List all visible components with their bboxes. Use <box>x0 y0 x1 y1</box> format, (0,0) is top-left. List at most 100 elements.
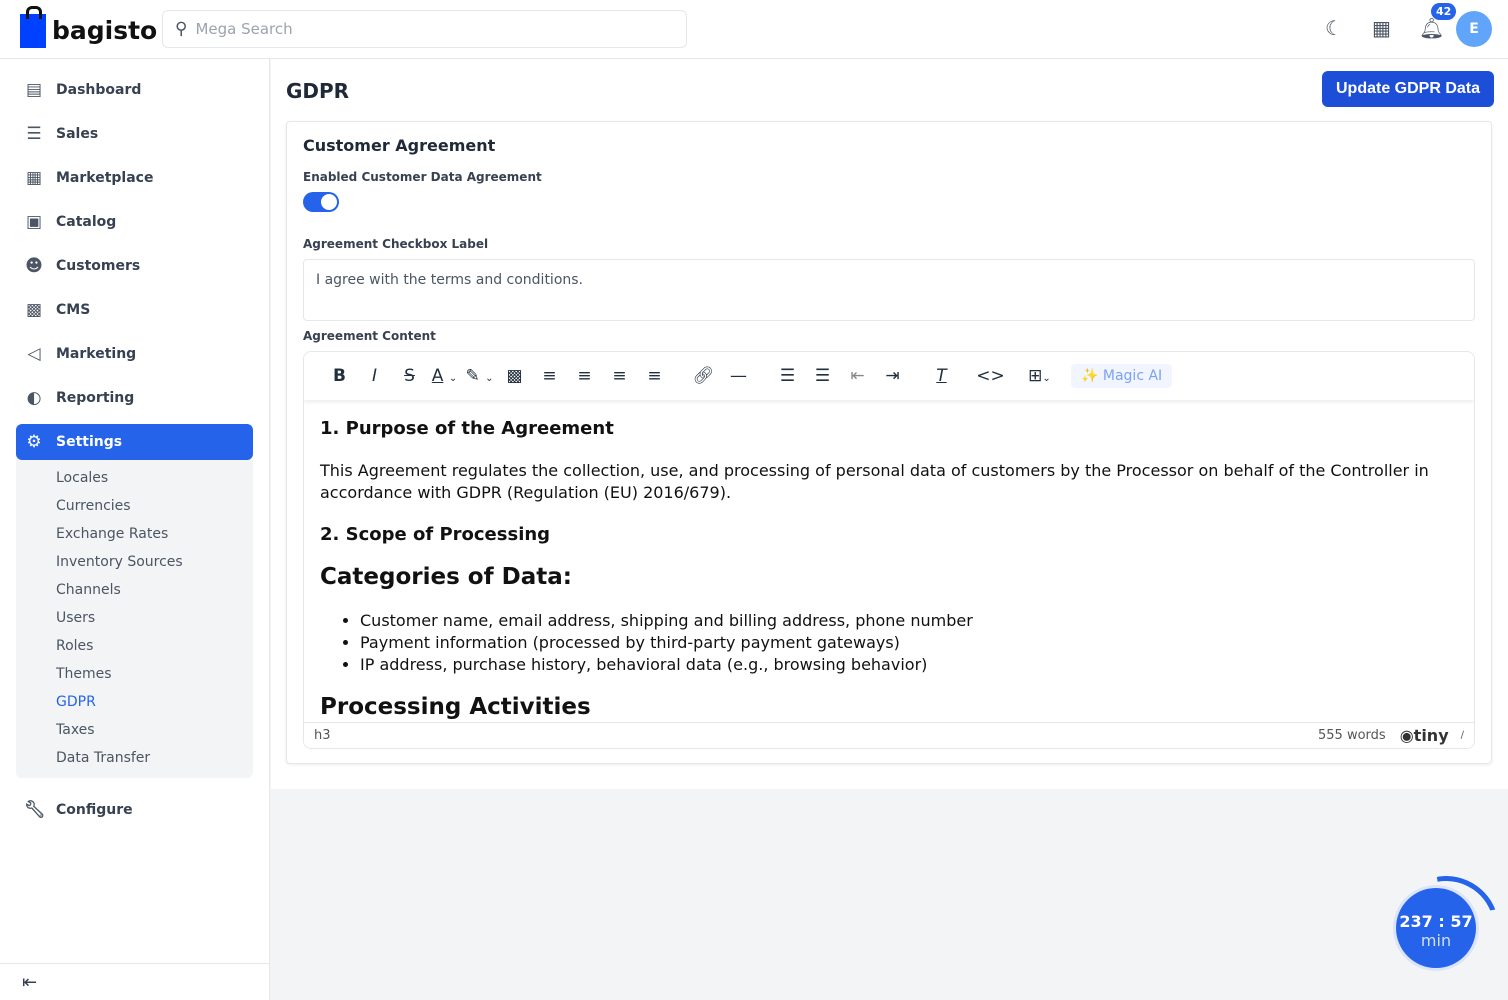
content-label: Agreement Content <box>303 329 436 343</box>
label: CMS <box>56 302 91 318</box>
bullet-list-icon[interactable]: ☰ <box>805 366 840 386</box>
heading: Processing Activities <box>320 694 591 720</box>
element-path[interactable]: h3 <box>314 728 331 743</box>
word-count[interactable]: 555 words <box>1318 728 1386 743</box>
bag-icon <box>20 6 46 48</box>
editor-statusbar: h3 555 words ◉tiny ∕ <box>304 722 1474 748</box>
update-gdpr-button[interactable]: Update GDPR Data <box>1322 71 1495 107</box>
storefront-icon[interactable]: ▦ <box>1372 16 1391 40</box>
submenu-exchange-rates[interactable]: Exchange Rates <box>16 520 253 548</box>
list-item: IP address, purchase history, behavioral… <box>360 654 1458 676</box>
italic-icon[interactable]: I <box>357 366 392 386</box>
dashboard-icon: ▤ <box>25 80 43 100</box>
sidebar-item-catalog[interactable]: ▣ Catalog <box>16 204 253 240</box>
label: Marketing <box>56 346 137 362</box>
sales-icon: ☰ <box>26 124 42 144</box>
wrench-icon: 🔧︎ <box>24 800 46 820</box>
notification-badge: 42 <box>1431 3 1457 20</box>
sidebar-item-reporting[interactable]: ◐ Reporting <box>16 380 253 416</box>
align-right-icon[interactable]: ≡ <box>602 366 637 386</box>
label: Marketplace <box>56 170 154 186</box>
agreement-toggle[interactable] <box>303 192 339 212</box>
link-icon[interactable]: 🔗︎ <box>686 366 721 386</box>
label: Settings <box>56 434 123 450</box>
text-color-icon[interactable]: A ⌄ <box>427 366 462 386</box>
sidebar-item-marketing[interactable]: ◁ Marketing <box>16 336 253 372</box>
megaphone-icon: ◁ <box>27 344 41 364</box>
sidebar-item-marketplace[interactable]: ▦ Marketplace <box>16 160 253 196</box>
checkbox-label-input[interactable]: I agree with the terms and conditions. <box>303 259 1475 321</box>
catalog-icon: ▣ <box>25 212 43 232</box>
section-title: Customer Agreement <box>303 136 496 155</box>
code-icon[interactable]: <> <box>973 366 1008 386</box>
outdent-icon[interactable]: ⇤ <box>840 366 875 386</box>
dark-mode-icon[interactable]: ☾ <box>1325 16 1343 40</box>
logo[interactable]: bagisto <box>20 6 158 48</box>
paragraph: This Agreement regulates the collection,… <box>320 461 1429 502</box>
avatar[interactable]: E <box>1456 11 1492 47</box>
resize-handle-icon[interactable]: ∕ <box>1461 730 1464 741</box>
sidebar-item-sales[interactable]: ☰ Sales <box>16 116 253 152</box>
gear-icon: ⚙ <box>26 432 42 452</box>
tiny-logo[interactable]: ◉tiny <box>1400 726 1449 745</box>
sidebar-item-customers[interactable]: ☻ Customers <box>16 248 253 284</box>
magic-ai-button[interactable]: ✨ Magic AI <box>1071 364 1173 388</box>
toggle-label: Enabled Customer Data Agreement <box>303 170 542 184</box>
session-timer: 237 : 57 min <box>1396 888 1476 968</box>
align-left-icon[interactable]: ≡ <box>532 366 567 386</box>
tiny-brand: tiny <box>1413 726 1449 745</box>
sidebar: ▤ Dashboard ☰ Sales ▦ Marketplace ▣ Catalog … <box>0 59 270 1000</box>
editor-content[interactable]: 1. Purpose of the Agreement This Agreeme… <box>304 400 1474 720</box>
heading: Categories of Data: <box>320 564 572 590</box>
collapse-sidebar-button[interactable]: ⇤ <box>0 963 270 1000</box>
timer-time: 237 : 57 <box>1399 912 1473 931</box>
submenu-channels[interactable]: Channels <box>16 576 253 604</box>
sidebar-item-settings[interactable]: ⚙ Settings <box>16 424 253 460</box>
submenu-inventory-sources[interactable]: Inventory Sources <box>16 548 253 576</box>
page-title: GDPR <box>286 79 350 103</box>
search-input[interactable]: ⚲ Mega Search <box>162 10 687 48</box>
sidebar-item-cms[interactable]: ▩ CMS <box>16 292 253 328</box>
label: Catalog <box>56 214 117 230</box>
brand-name: bagisto <box>52 15 158 45</box>
main-content: GDPR Update GDPR Data Customer Agreement… <box>271 59 1508 789</box>
justify-icon[interactable]: ≡ <box>637 366 672 386</box>
table-icon[interactable]: ⊞⌄ <box>1022 366 1057 386</box>
list-item: Customer name, email address, shipping a… <box>360 610 1458 632</box>
submenu-roles[interactable]: Roles <box>16 632 253 660</box>
submenu-data-transfer[interactable]: Data Transfer <box>16 744 253 772</box>
label: Sales <box>56 126 99 142</box>
list-item: Payment information (processed by third-… <box>360 632 1458 654</box>
search-icon: ⚲ <box>175 19 188 39</box>
customer-agreement-card: Customer Agreement Enabled Customer Data… <box>286 121 1492 764</box>
user-icon: ☻ <box>25 256 43 276</box>
submenu-currencies[interactable]: Currencies <box>16 492 253 520</box>
submenu-users[interactable]: Users <box>16 604 253 632</box>
label: Reporting <box>56 390 135 406</box>
submenu-themes[interactable]: Themes <box>16 660 253 688</box>
horizontal-rule-icon[interactable]: — <box>721 366 756 386</box>
clear-format-icon[interactable]: T <box>924 366 959 386</box>
image-icon[interactable]: ▩ <box>497 366 532 386</box>
search-placeholder: Mega Search <box>195 20 293 38</box>
highlight-icon[interactable]: ✎ ⌄ <box>462 366 497 386</box>
label: Dashboard <box>56 82 142 98</box>
heading: 2. Scope of Processing <box>320 524 551 545</box>
strikethrough-icon[interactable]: S <box>392 366 427 386</box>
numbered-list-icon[interactable]: ☰ <box>770 366 805 386</box>
sidebar-item-configure[interactable]: 🔧︎ Configure <box>16 792 253 828</box>
timer-unit: min <box>1420 931 1452 950</box>
collapse-icon: ⇤ <box>22 972 38 993</box>
label: Configure <box>56 802 133 818</box>
top-bar: bagisto ⚲ Mega Search ☾ ▦ 🔔︎ 42 E <box>0 0 1508 59</box>
pie-icon: ◐ <box>26 388 42 408</box>
sidebar-item-dashboard[interactable]: ▤ Dashboard <box>16 72 253 108</box>
bold-icon[interactable]: B <box>322 366 357 386</box>
magic-ai-label: Magic AI <box>1102 368 1163 384</box>
submenu-taxes[interactable]: Taxes <box>16 716 253 744</box>
submenu-locales[interactable]: Locales <box>16 464 253 492</box>
align-center-icon[interactable]: ≡ <box>567 366 602 386</box>
heading: 1. Purpose of the Agreement <box>320 418 614 439</box>
submenu-gdpr[interactable]: GDPR <box>16 688 253 716</box>
indent-icon[interactable]: ⇥ <box>875 366 910 386</box>
